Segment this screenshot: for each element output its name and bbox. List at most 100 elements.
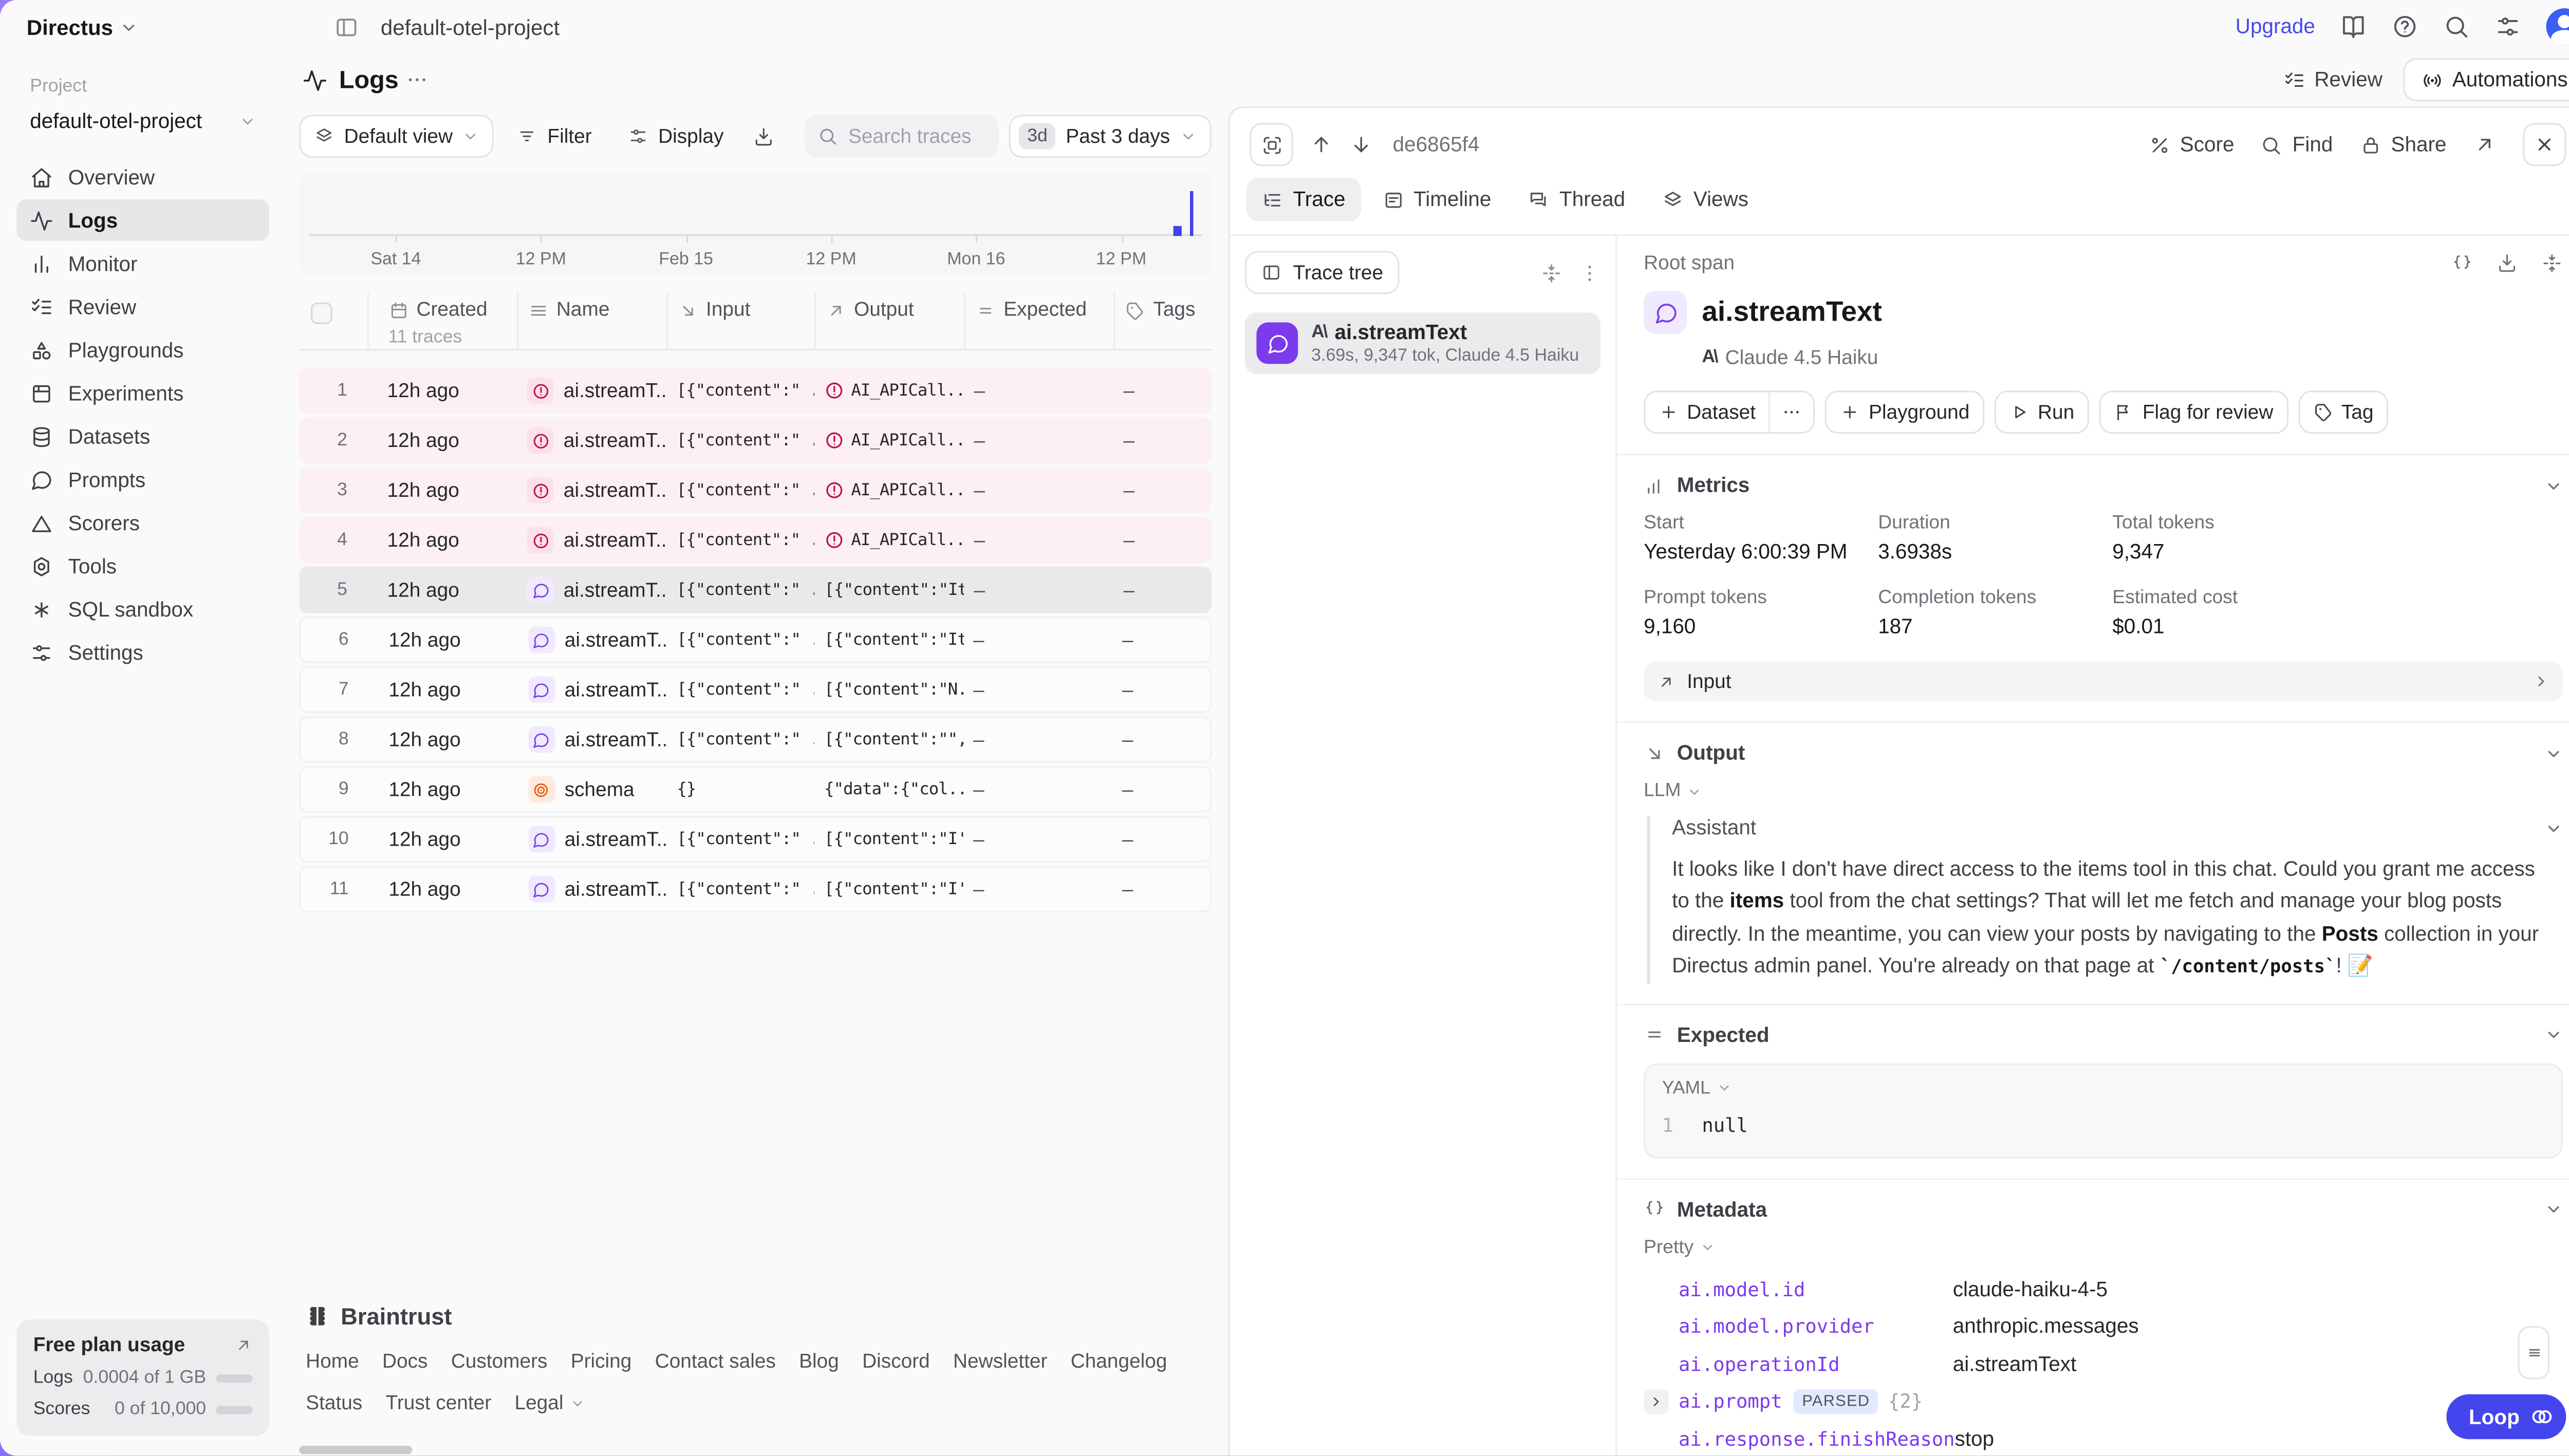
close-panel-button[interactable] bbox=[2523, 123, 2566, 166]
table-row[interactable]: 212h agoai.streamT...[{"content":" ...AI… bbox=[299, 417, 1212, 464]
collapse-sections-icon[interactable] bbox=[2541, 252, 2563, 273]
table-row[interactable]: 1012h agoai.streamT...[{"content":" ...[… bbox=[299, 816, 1212, 863]
search-traces-box[interactable] bbox=[805, 115, 999, 158]
next-trace-button[interactable] bbox=[1350, 133, 1373, 156]
display-button[interactable]: Display bbox=[615, 115, 737, 158]
footer-link-changelog[interactable]: Changelog bbox=[1071, 1350, 1167, 1373]
horizontal-scrollbar-thumb[interactable] bbox=[299, 1446, 412, 1454]
footer-link-contact-sales[interactable]: Contact sales bbox=[655, 1350, 776, 1373]
column-header-output[interactable]: Output bbox=[814, 292, 963, 349]
dataset-more-button[interactable] bbox=[1769, 392, 1814, 432]
footer-link-trust-center[interactable]: Trust center bbox=[386, 1391, 492, 1414]
sidebar-item-sql-sandbox[interactable]: SQL sandbox bbox=[16, 588, 269, 630]
automations-button[interactable]: Automations bbox=[2403, 58, 2569, 101]
tab-trace[interactable]: Trace bbox=[1246, 178, 1361, 221]
footer-link-customers[interactable]: Customers bbox=[451, 1350, 548, 1373]
score-button[interactable]: Score bbox=[2148, 133, 2234, 156]
metrics-section-header[interactable]: Metrics bbox=[1644, 474, 2563, 497]
help-icon[interactable] bbox=[2392, 13, 2418, 40]
find-button[interactable]: Find bbox=[2261, 133, 2333, 156]
prev-trace-button[interactable] bbox=[1310, 133, 1333, 156]
footer-link-legal[interactable]: Legal bbox=[514, 1391, 585, 1414]
table-row[interactable]: 912h agoschema{}{"data":{"col...–– bbox=[299, 766, 1212, 813]
sidebar-item-datasets[interactable]: Datasets bbox=[16, 416, 269, 457]
select-all-checkbox[interactable] bbox=[311, 303, 332, 324]
table-row[interactable]: 612h agoai.streamT...[{"content":" ...[{… bbox=[299, 617, 1212, 663]
sidebar-item-scorers[interactable]: Scorers bbox=[16, 502, 269, 544]
metadata-mode-selector[interactable]: Pretty bbox=[1644, 1237, 2563, 1257]
sidebar-item-prompts[interactable]: Prompts bbox=[16, 459, 269, 500]
column-header-name[interactable]: Name bbox=[516, 292, 666, 349]
sidebar-item-review[interactable]: Review bbox=[16, 286, 269, 327]
sidebar-item-monitor[interactable]: Monitor bbox=[16, 242, 269, 284]
org-switcher[interactable]: Directus bbox=[27, 14, 138, 39]
json-view-icon[interactable] bbox=[2451, 252, 2473, 273]
sidebar-item-overview[interactable]: Overview bbox=[16, 156, 269, 198]
column-header-created[interactable]: Created11 traces bbox=[366, 292, 516, 349]
search-icon[interactable] bbox=[2443, 13, 2470, 40]
input-section-collapsed[interactable]: Input bbox=[1644, 661, 2563, 701]
footer-link-blog[interactable]: Blog bbox=[799, 1350, 839, 1373]
time-range-selector[interactable]: 3d Past 3 days bbox=[1009, 115, 1212, 158]
metadata-section-header[interactable]: Metadata bbox=[1644, 1198, 2563, 1221]
expand-panel-button[interactable] bbox=[1250, 123, 1293, 166]
footer-link-home[interactable]: Home bbox=[306, 1350, 359, 1373]
flag-for-review-button[interactable]: Flag for review bbox=[2099, 390, 2288, 434]
braintrust-brand[interactable]: Braintrust bbox=[306, 1303, 1228, 1330]
collapse-all-icon[interactable] bbox=[1541, 262, 1562, 283]
tab-views[interactable]: Views bbox=[1647, 178, 1763, 221]
run-button[interactable]: Run bbox=[1995, 390, 2089, 434]
output-section-header[interactable]: Output bbox=[1644, 741, 2563, 764]
sidebar-item-settings[interactable]: Settings bbox=[16, 631, 269, 673]
export-button[interactable] bbox=[747, 115, 782, 158]
footer-link-docs[interactable]: Docs bbox=[382, 1350, 427, 1373]
arrow-up-right-icon[interactable] bbox=[234, 1335, 253, 1354]
table-row[interactable]: 412h agoai.streamT...[{"content":" ...AI… bbox=[299, 517, 1212, 564]
sidebar-item-playgrounds[interactable]: Playgrounds bbox=[16, 329, 269, 370]
add-to-playground-button[interactable]: Playground bbox=[1826, 390, 1985, 434]
column-header-expected[interactable]: Expected bbox=[964, 292, 1113, 349]
yaml-format-selector[interactable]: YAML bbox=[1662, 1078, 2545, 1098]
add-to-dataset-button[interactable]: Dataset bbox=[1644, 390, 1815, 434]
column-header-tags[interactable]: Tags bbox=[1113, 292, 1212, 349]
sidebar-item-experiments[interactable]: Experiments bbox=[16, 372, 269, 414]
table-row[interactable]: 512h agoai.streamT...[{"content":" ...[{… bbox=[299, 567, 1212, 613]
preferences-icon[interactable] bbox=[2494, 13, 2521, 40]
column-header-input[interactable]: Input bbox=[666, 292, 814, 349]
sidebar-item-logs[interactable]: Logs bbox=[16, 199, 269, 241]
expander-button[interactable] bbox=[1644, 1389, 1669, 1414]
sidebar-toggle-button[interactable] bbox=[324, 8, 367, 45]
table-row[interactable]: 112h agoai.streamT...[{"content":" ...AI… bbox=[299, 367, 1212, 414]
share-button[interactable]: Share bbox=[2359, 133, 2446, 156]
sidebar-item-tools[interactable]: Tools bbox=[16, 545, 269, 587]
trace-tree-button[interactable]: Trace tree bbox=[1245, 251, 1400, 294]
expected-section-header[interactable]: Expected bbox=[1644, 1023, 2563, 1046]
chevron-down-icon[interactable] bbox=[2544, 818, 2563, 837]
footer-link-status[interactable]: Status bbox=[306, 1391, 362, 1414]
footer-link-discord[interactable]: Discord bbox=[862, 1350, 930, 1373]
review-button[interactable]: Review bbox=[2283, 68, 2382, 91]
table-row[interactable]: 812h agoai.streamT...[{"content":" ...[{… bbox=[299, 716, 1212, 763]
kebab-menu-icon[interactable] bbox=[1579, 262, 1600, 283]
download-icon[interactable] bbox=[2497, 252, 2518, 273]
table-row[interactable]: 712h agoai.streamT...[{"content":" ...[{… bbox=[299, 666, 1212, 713]
open-in-new-icon[interactable] bbox=[2473, 133, 2496, 156]
view-selector[interactable]: Default view bbox=[299, 115, 494, 158]
footer-link-newsletter[interactable]: Newsletter bbox=[953, 1350, 1047, 1373]
scroll-handle[interactable] bbox=[2518, 1326, 2549, 1379]
upgrade-link[interactable]: Upgrade bbox=[2236, 15, 2315, 38]
search-traces-input[interactable] bbox=[848, 125, 985, 148]
tab-timeline[interactable]: Timeline bbox=[1367, 178, 1506, 221]
table-row[interactable]: 1112h agoai.streamT...[{"content":" ...[… bbox=[299, 866, 1212, 912]
loop-button[interactable]: Loop bbox=[2447, 1394, 2566, 1439]
page-menu-button[interactable] bbox=[399, 63, 435, 97]
docs-icon[interactable] bbox=[2340, 13, 2367, 40]
tag-button[interactable]: Tag bbox=[2298, 390, 2389, 434]
traces-histogram[interactable]: Sat 1412 PMFeb 1512 PMMon 1612 PM bbox=[299, 173, 1212, 276]
table-row[interactable]: 312h agoai.streamT...[{"content":" ...AI… bbox=[299, 467, 1212, 514]
tab-thread[interactable]: Thread bbox=[1513, 178, 1640, 221]
filter-button[interactable]: Filter bbox=[504, 115, 605, 158]
footer-link-pricing[interactable]: Pricing bbox=[571, 1350, 632, 1373]
project-switcher[interactable]: default-otel-project bbox=[16, 97, 269, 137]
output-mode-selector[interactable]: LLM bbox=[1644, 781, 2563, 801]
